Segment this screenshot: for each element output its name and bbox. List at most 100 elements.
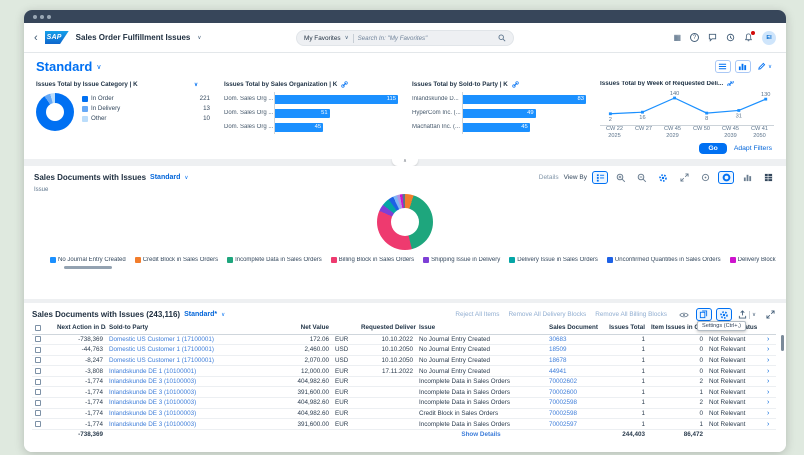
scrollbar-thumb[interactable] (781, 335, 784, 351)
table-row[interactable]: -1,774Inlandskunde DE 3 (10100003)391,60… (32, 419, 776, 430)
bar-chart-row[interactable]: Dom. Sales Org ...45 (224, 120, 398, 134)
row-navigation-chevron-icon[interactable]: › (767, 346, 769, 353)
cell-link-sales_doc[interactable]: 70002598 (549, 410, 577, 417)
row-checkbox[interactable] (35, 336, 41, 342)
column-header-nav[interactable] (764, 322, 776, 334)
sold-to-party-bar-chart[interactable]: Inlandskunde D...83HyperCom Inc. (...49M… (412, 92, 586, 140)
column-header-sales_doc[interactable]: Sales Document (546, 322, 604, 334)
go-button[interactable]: Go (699, 143, 726, 154)
column-header-sold_to[interactable]: Sold-to Party (106, 322, 236, 334)
cell-link-sold_to[interactable]: Inlandskunde DE 3 (10100003) (109, 378, 196, 385)
back-button[interactable]: ‹ (34, 33, 38, 43)
show-details-link[interactable]: Show Details (461, 431, 500, 438)
table-row[interactable]: -1,774Inlandskunde DE 3 (10100003)404,98… (32, 408, 776, 419)
row-checkbox[interactable] (35, 347, 41, 353)
feedback-icon[interactable] (708, 33, 717, 42)
cell-link-sold_to[interactable]: Inlandskunde DE 1 (10100001) (109, 368, 196, 375)
chevron-down-icon[interactable]: ∨ (345, 35, 349, 41)
chart-type-bar-button[interactable] (739, 171, 755, 184)
column-header-next_action[interactable]: Next Action in Days (54, 322, 106, 334)
bar[interactable]: 51 (275, 109, 330, 118)
kpi-card-sold-to-party[interactable]: Issues Total by Sold-to Party | K Inland… (412, 81, 586, 140)
view-by-button[interactable]: View By (564, 174, 587, 181)
legend-item[interactable]: No Journal Entry Created (50, 257, 126, 263)
table-row[interactable]: -1,774Inlandskunde DE 3 (10100003)404,98… (32, 398, 776, 409)
edit-variant-button[interactable]: ∨ (755, 60, 774, 73)
cell-link-sales_doc[interactable]: 70002602 (549, 378, 577, 385)
cell-link-sales_doc[interactable]: 44941 (549, 368, 567, 375)
row-checkbox[interactable] (35, 400, 41, 406)
chevron-down-icon[interactable]: ∨ (197, 35, 201, 41)
full-screen-icon[interactable] (676, 171, 692, 184)
remove-all-billing-blocks-button[interactable]: Remove All Billing Blocks (595, 311, 667, 318)
window-dot[interactable] (40, 15, 44, 19)
app-title[interactable]: Sales Order Fulfillment Issues (76, 33, 191, 42)
bar[interactable]: 115 (275, 95, 398, 104)
select-all-checkbox[interactable] (35, 325, 41, 331)
chart-type-table-button[interactable] (760, 171, 776, 184)
enter-full-screen-icon[interactable] (762, 308, 778, 321)
bar-chart-row[interactable]: Dom. Sales Org ...51 (224, 106, 398, 120)
chart-type-donut-button[interactable] (718, 171, 734, 184)
avatar[interactable]: EI (762, 31, 776, 45)
cell-link-sold_to[interactable]: Inlandskunde DE 3 (10100003) (109, 421, 196, 428)
collapse-header-button[interactable]: ∧ (392, 159, 418, 166)
activities-clock-icon[interactable] (726, 33, 735, 42)
row-checkbox[interactable] (35, 368, 41, 374)
page-title[interactable]: Standard (36, 59, 92, 74)
search-input[interactable]: Search In: "My Favorites" (358, 35, 494, 42)
zoom-out-icon[interactable] (634, 171, 650, 184)
row-navigation-chevron-icon[interactable]: › (767, 357, 769, 364)
issues-donut-chart[interactable] (377, 194, 433, 250)
chevron-down-icon[interactable]: ∨ (194, 82, 198, 88)
row-checkbox[interactable] (35, 379, 41, 385)
table-row[interactable]: -1,774Inlandskunde DE 3 (10100003)404,98… (32, 376, 776, 387)
legend-item[interactable]: Credit Block in Sales Orders (135, 257, 218, 263)
column-header-currency[interactable] (332, 322, 358, 334)
chart-variant-select[interactable]: Standard (150, 174, 180, 181)
legend-item[interactable]: Unconfirmed Quantities in Sales Orders (607, 257, 721, 263)
bar-chart-row[interactable]: Inlandskunde D...83 (412, 92, 586, 106)
bar-chart-row[interactable]: HyperCom Inc. (...49 (412, 106, 586, 120)
bar[interactable]: 45 (463, 123, 530, 132)
legend-item[interactable]: Delivery Issue in Sales Orders (509, 257, 598, 263)
sales-organization-bar-chart[interactable]: Dom. Sales Org ...115Dom. Sales Org ...5… (224, 92, 398, 140)
table-variant-select[interactable]: Standard* (184, 311, 217, 318)
cell-link-sales_doc[interactable]: 18509 (549, 346, 567, 353)
export-menu-chevron-icon[interactable]: ∨ (752, 312, 756, 318)
row-navigation-chevron-icon[interactable]: › (767, 336, 769, 343)
search-scope-select[interactable]: My Favorites (304, 35, 341, 42)
link-icon[interactable] (341, 81, 348, 88)
legend-item[interactable]: Billing Block in Sales Orders (331, 257, 414, 263)
legend-item[interactable]: Incomplete Data in Sales Orders (227, 257, 322, 263)
row-navigation-chevron-icon[interactable]: › (767, 368, 769, 375)
bar-chart-row[interactable]: Machattan Inc. (...45 (412, 120, 586, 134)
settings-icon[interactable] (716, 308, 732, 321)
bar[interactable]: 45 (275, 123, 323, 132)
row-checkbox[interactable] (35, 421, 41, 427)
requested-week-line-chart[interactable]: 216140831130 CW 22CW 27CW 45CW 50CW 45CW… (600, 90, 774, 140)
column-header-req_deliv[interactable]: Requested Deliver... (358, 322, 416, 334)
apps-grid-icon[interactable]: ▦ (673, 34, 681, 42)
cell-link-sales_doc[interactable]: 70002598 (549, 399, 577, 406)
legend-item[interactable]: Other10 (82, 115, 210, 122)
window-dot[interactable] (33, 15, 37, 19)
link-icon[interactable] (512, 81, 519, 88)
view-switch-list-button[interactable] (715, 60, 731, 73)
row-navigation-chevron-icon[interactable]: › (767, 399, 769, 406)
cell-link-sales_doc[interactable]: 30683 (549, 336, 567, 343)
bar[interactable]: 83 (463, 95, 586, 104)
column-header-issues_total[interactable]: Issues Total (604, 322, 648, 334)
table-row[interactable]: -3,808Inlandskunde DE 1 (10100001)12,000… (32, 366, 776, 377)
row-navigation-chevron-icon[interactable]: › (767, 410, 769, 417)
kpi-card-issue-category[interactable]: Issues Total by Issue Category | K ∨ In … (36, 81, 210, 140)
export-icon[interactable]: ∨ (736, 308, 758, 321)
cell-link-sold_to[interactable]: Inlandskunde DE 3 (10100003) (109, 389, 196, 396)
row-navigation-chevron-icon[interactable]: › (767, 389, 769, 396)
search-bar[interactable]: My Favorites ∨ Search In: "My Favorites" (296, 30, 514, 46)
notifications-bell-icon[interactable] (744, 33, 753, 42)
table-vertical-scrollbar[interactable] (781, 335, 784, 442)
cell-link-sold_to[interactable]: Domestic US Customer 1 (17100001) (109, 336, 214, 343)
drilldown-icon[interactable] (697, 171, 713, 184)
kpi-card-requested-week[interactable]: Issues Total by Week of Requested Deli..… (600, 81, 774, 140)
